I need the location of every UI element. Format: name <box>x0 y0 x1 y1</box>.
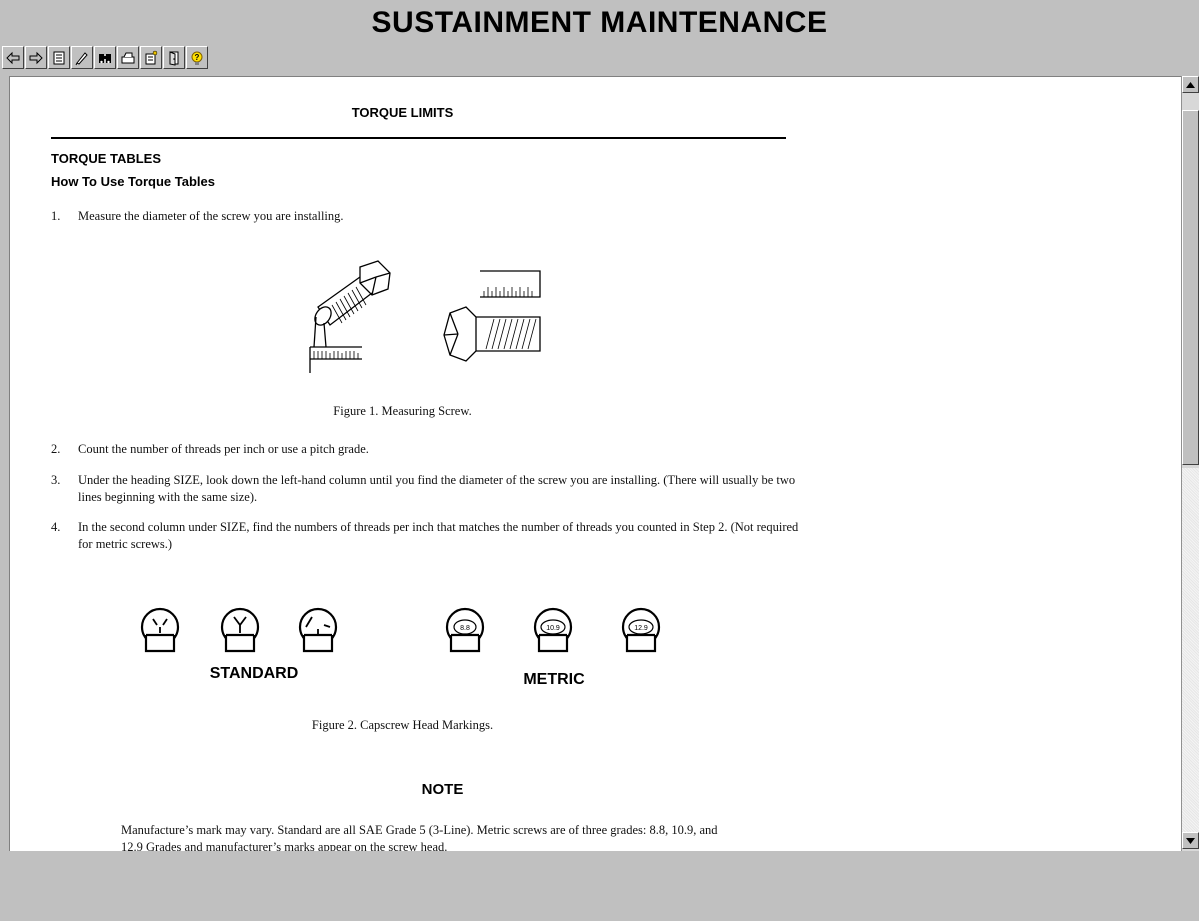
help-button[interactable]: ? <box>186 46 208 69</box>
metric-grade-label: 8.8 <box>460 625 470 632</box>
scroll-down-button[interactable] <box>1182 832 1199 849</box>
step-number: 3. <box>51 473 61 487</box>
back-button[interactable] <box>2 46 24 69</box>
figure-1-caption: Figure 1. Measuring Screw. <box>333 404 472 418</box>
standard-head-1 <box>140 607 180 653</box>
svg-text:?: ? <box>195 53 200 62</box>
metric-grade-label: 12.9 <box>634 625 648 632</box>
vertical-scrollbar[interactable] <box>1181 76 1199 851</box>
document-view: TORQUE LIMITS TORQUE TABLES How To Use T… <box>9 76 1181 851</box>
notes-button[interactable] <box>140 46 162 69</box>
find-button[interactable] <box>94 46 116 69</box>
app-title: SUSTAINMENT MAINTENANCE <box>371 6 828 39</box>
step-3: 3. Under the heading SIZE, look down the… <box>51 472 801 506</box>
subsection-heading: How To Use Torque Tables <box>51 174 215 189</box>
print-icon <box>121 52 135 63</box>
scroll-down-arrow-icon <box>1186 837 1195 844</box>
metric-label: METRIC <box>523 671 585 687</box>
print-button[interactable] <box>117 46 139 69</box>
scroll-up-arrow-icon <box>1186 81 1195 88</box>
step-4: 4. In the second column under SIZE, find… <box>51 519 801 553</box>
back-arrow-icon <box>6 51 20 64</box>
save-icon <box>53 51 65 64</box>
exit-door-icon <box>169 50 179 66</box>
app-window: SUSTAINMENT MAINTENANCE ? TORQUE LIMITS … <box>0 0 1199 921</box>
standard-head-3 <box>298 607 338 653</box>
title-divider <box>51 137 786 139</box>
binoculars-icon <box>99 53 111 63</box>
step-text: Count the number of threads per inch or … <box>78 442 369 456</box>
step-number: 4. <box>51 520 61 534</box>
standard-head-2 <box>220 607 260 653</box>
status-bar <box>9 851 1190 921</box>
step-2: 2. Count the number of threads per inch … <box>51 441 801 458</box>
document-title: TORQUE LIMITS <box>351 105 454 120</box>
note-text: Manufacture’s mark may vary. Standard ar… <box>121 823 718 851</box>
step-number: 2. <box>51 442 61 456</box>
capscrew-head-markings-illustration: 8.8 10.9 12.9 STANDARD METRIC <box>140 607 661 687</box>
step-1: 1. Measure the diameter of the screw you… <box>51 208 801 225</box>
forward-arrow-icon <box>29 51 43 64</box>
notes-icon <box>145 50 158 64</box>
step-text: In the second column under SIZE, find th… <box>78 520 799 551</box>
step-number: 1. <box>51 209 61 223</box>
section-heading: TORQUE TABLES <box>51 151 162 166</box>
title-bar: SUSTAINMENT MAINTENANCE <box>0 0 1199 46</box>
help-icon: ? <box>191 51 203 65</box>
forward-button[interactable] <box>25 46 47 69</box>
annotate-button[interactable] <box>71 46 93 69</box>
standard-label: STANDARD <box>210 665 299 682</box>
step-text: Measure the diameter of the screw you ar… <box>78 209 344 223</box>
note-title: NOTE <box>421 781 464 798</box>
scroll-track[interactable] <box>1182 468 1199 832</box>
exit-button[interactable] <box>163 46 185 69</box>
toolbar: ? <box>2 46 208 72</box>
scroll-up-button[interactable] <box>1182 76 1199 93</box>
save-button[interactable] <box>48 46 70 69</box>
figure-2-caption: Figure 2. Capscrew Head Markings. <box>311 718 494 732</box>
scroll-thumb[interactable] <box>1182 110 1199 465</box>
step-text: Under the heading SIZE, look down the le… <box>78 473 796 504</box>
pen-icon <box>75 51 88 65</box>
metric-grade-label: 10.9 <box>546 625 560 632</box>
measuring-screw-illustration <box>309 260 541 373</box>
